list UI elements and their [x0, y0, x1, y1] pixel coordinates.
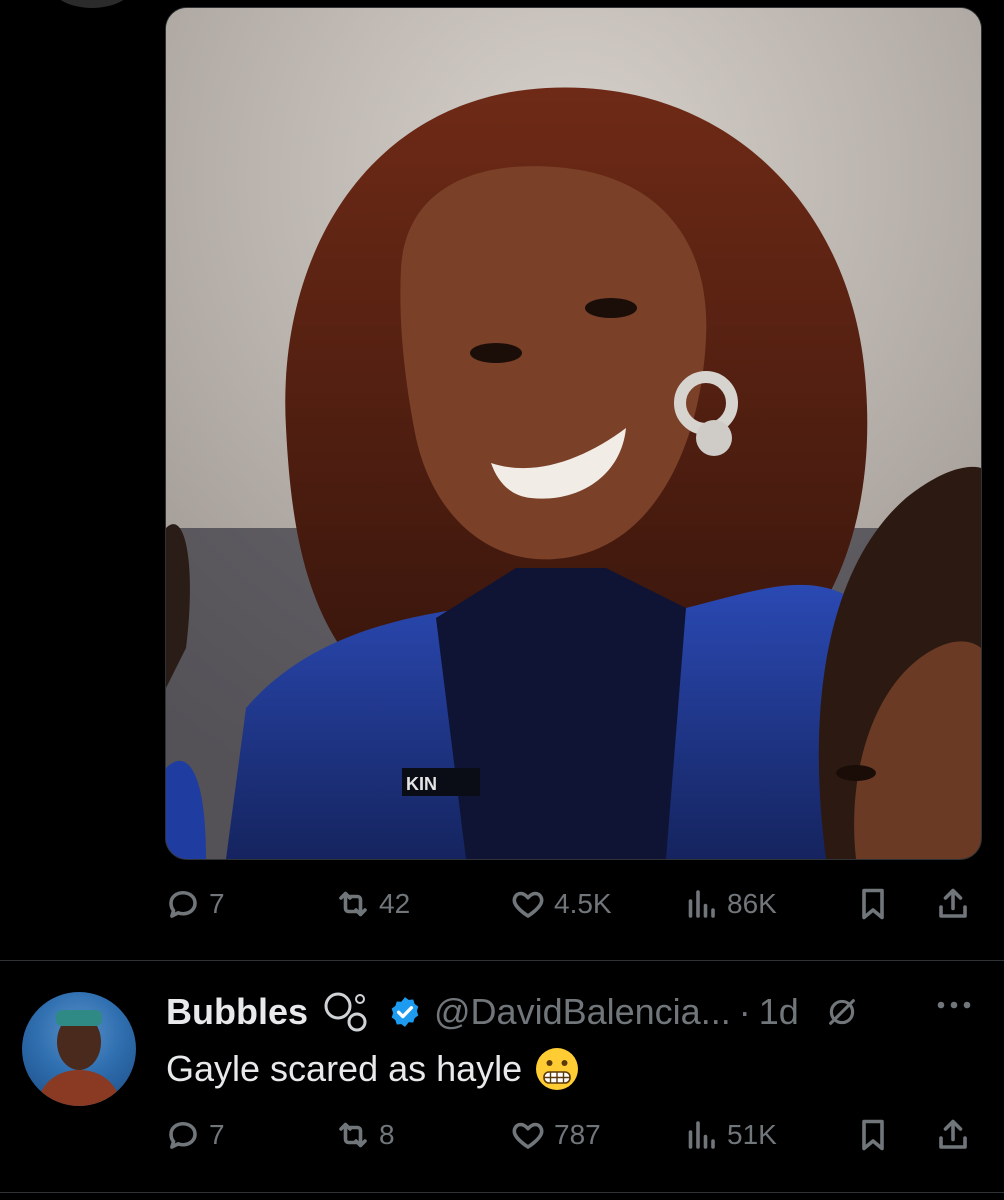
- bubbles-emoji-icon: [324, 992, 367, 1032]
- like-count: 4.5K: [554, 888, 612, 919]
- repost-count: 8: [379, 1119, 395, 1150]
- avatar[interactable]: [22, 992, 136, 1106]
- repost-icon: [339, 891, 367, 917]
- verified-badge-icon[interactable]: [388, 995, 422, 1029]
- share-button[interactable]: [935, 886, 971, 922]
- reply-count: 7: [209, 1119, 225, 1150]
- reply-actions-bar: 7 8 787 51K: [165, 1105, 980, 1165]
- repost-button[interactable]: 42: [335, 886, 410, 922]
- tweet-actions-bar: 7 42 4.5K 86K: [165, 874, 980, 934]
- reply-icon: [169, 1121, 197, 1149]
- repost-count: 42: [379, 888, 411, 919]
- share-icon: [939, 888, 967, 918]
- repost-icon: [339, 1122, 367, 1148]
- reply-reply-button[interactable]: 7: [165, 1117, 225, 1153]
- tweet-divider: [0, 960, 1004, 961]
- bookmark-icon: [862, 888, 884, 920]
- reply-icon: [169, 890, 197, 918]
- reply-share-button[interactable]: [935, 1117, 971, 1153]
- reply-button[interactable]: 7: [165, 886, 225, 922]
- views-icon: [688, 890, 715, 918]
- reply-header: Bubbles @DavidBalencia... · 1d: [166, 990, 859, 1034]
- reply-count: 7: [209, 888, 225, 919]
- like-count: 787: [554, 1119, 601, 1150]
- user-handle[interactable]: @DavidBalencia...: [434, 991, 731, 1033]
- like-icon: [512, 1122, 544, 1149]
- like-button[interactable]: 4.5K: [510, 886, 612, 922]
- photo-illustration: KIN: [166, 8, 981, 859]
- reply-repost-button[interactable]: 8: [335, 1117, 395, 1153]
- reply-divider: [0, 1192, 1004, 1193]
- reply-body: Gayle scared as hayle: [166, 1048, 523, 1089]
- display-name[interactable]: Bubbles: [166, 991, 308, 1033]
- bookmark-icon: [862, 1119, 884, 1151]
- tweet-media-photo[interactable]: KIN: [165, 7, 982, 860]
- bookmark-button[interactable]: [855, 886, 891, 922]
- avatar-image: [36, 1010, 122, 1106]
- share-icon: [939, 1119, 967, 1149]
- reply-views-button[interactable]: 51K: [683, 1117, 777, 1153]
- reply-text: Gayle scared as hayle: [166, 1046, 580, 1092]
- views-count: 86K: [727, 888, 777, 919]
- like-icon: [512, 891, 544, 918]
- grimacing-face-emoji-icon: [536, 1048, 579, 1090]
- views-icon: [688, 1121, 715, 1149]
- svg-text:KIN: KIN: [406, 774, 437, 794]
- timestamp[interactable]: 1d: [759, 991, 799, 1033]
- views-count: 51K: [727, 1119, 777, 1150]
- reply-bookmark-button[interactable]: [855, 1117, 891, 1153]
- more-icon[interactable]: [934, 998, 974, 1012]
- previous-tweet-avatar[interactable]: [50, 0, 134, 8]
- reply-tweet[interactable]: Bubbles @DavidBalencia... · 1d Gayle sca…: [0, 962, 1004, 1192]
- grok-icon[interactable]: [825, 995, 859, 1029]
- views-button[interactable]: 86K: [683, 886, 777, 922]
- separator-dot: ·: [738, 991, 751, 1032]
- reply-like-button[interactable]: 787: [510, 1117, 601, 1153]
